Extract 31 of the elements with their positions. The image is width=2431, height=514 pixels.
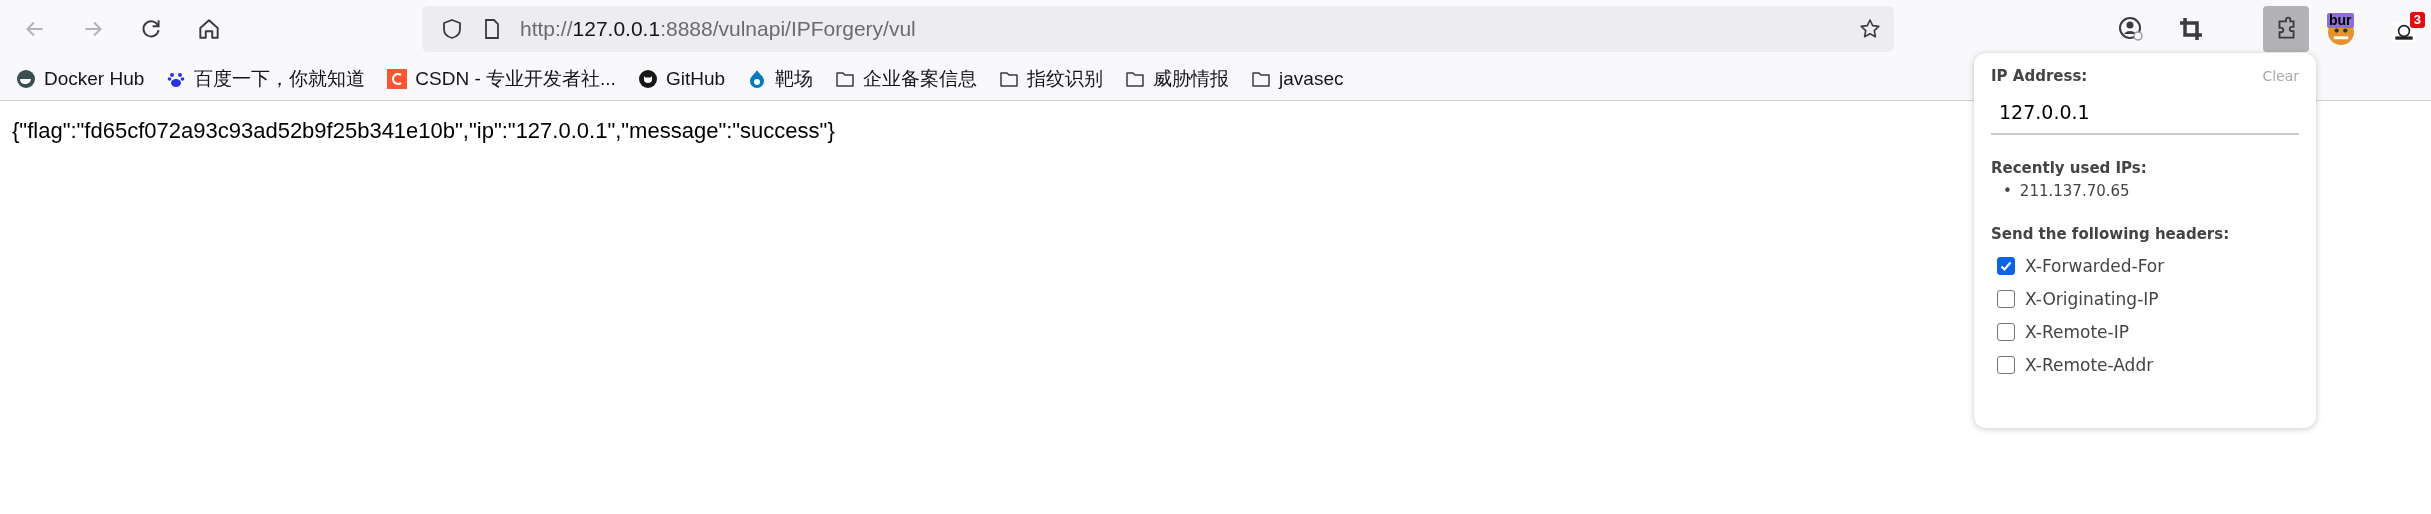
bookmark-item[interactable]: CSDN - 专业开发者社... [387,65,616,92]
notification-badge: 3 [2409,11,2425,28]
account-icon[interactable] [2117,14,2145,43]
checkbox-label[interactable]: X-Originating-IP [2025,288,2159,309]
star-icon[interactable] [1858,16,1882,41]
section-heading: Send the following headers: [1991,225,2231,243]
bookmark-item[interactable]: 靶场 [747,65,814,92]
bookmark-item[interactable]: javasec [1251,67,1344,90]
address-bar[interactable]: http://127.0.0.1:8888/vulnapi/IPForgery/vul [422,5,1894,52]
bookmark-item[interactable]: GitHub [637,67,726,90]
field-label: IP Address: [1991,67,2088,85]
recent-ip-item[interactable]: 211.137.70.65 [2019,182,2130,200]
bookmark-item[interactable]: 指纹识别 [999,65,1104,92]
checkbox-label[interactable]: X-Remote-IP [2025,321,2129,342]
bookmark-item[interactable]: 百度一下，你就知道 [166,65,366,92]
json-response: {"flag":"fd65cf072a93c93ad52b9f25b341e10b","ip":"127.0.0.1","message":"success"} [12,118,835,144]
bookmark-item[interactable]: 威胁情报 [1125,65,1230,92]
bookmark-item[interactable]: Docker Hub [16,67,145,90]
c-logo-icon [387,68,408,89]
extensions-button[interactable] [2263,5,2309,52]
shield-icon [440,16,464,41]
checkbox-label[interactable]: X-Remote-Addr [2025,354,2154,375]
checkbox[interactable] [1997,256,2015,275]
extension-label[interactable]: bur [2327,12,2354,28]
checkbox[interactable] [1997,322,2015,341]
checkbox-label[interactable]: X-Forwarded-For [2025,255,2165,276]
section-heading: Recently used IPs: [1991,159,2148,177]
checkbox[interactable] [1997,355,2015,374]
bullet: • [2003,182,2012,200]
checkbox[interactable] [1997,289,2015,308]
bookmark-item[interactable]: 企业备案信息 [835,65,978,92]
